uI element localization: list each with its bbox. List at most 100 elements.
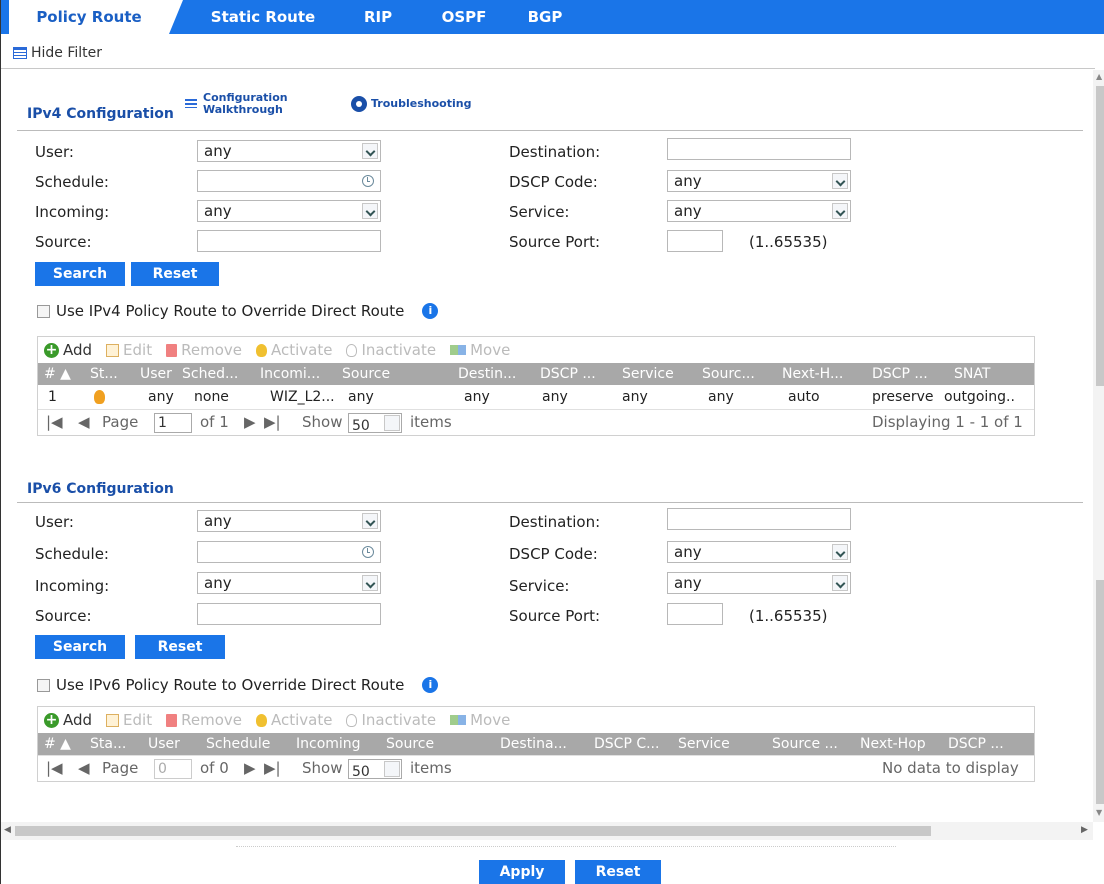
add-button[interactable]: + Add — [44, 711, 92, 729]
col-header[interactable]: Service — [678, 733, 730, 755]
troubleshooting-link[interactable]: Troubleshooting — [351, 96, 471, 112]
col-header[interactable]: Sta... — [90, 733, 126, 755]
col-header[interactable]: Sched... — [182, 363, 238, 385]
dscp-code-select[interactable]: any — [667, 541, 851, 563]
source-port-input[interactable] — [667, 603, 723, 625]
chevron-down-icon[interactable] — [832, 203, 848, 219]
chevron-down-icon[interactable] — [362, 575, 378, 591]
activate-button[interactable]: Activate — [255, 711, 332, 729]
col-header[interactable]: DSCP C... — [594, 733, 659, 755]
source-input[interactable] — [197, 230, 381, 252]
tab-ospf[interactable]: OSPF — [433, 0, 495, 34]
ipv6-override-checkbox[interactable]: Use IPv6 Policy Route to Override Direct… — [37, 676, 439, 694]
scroll-up-icon[interactable]: ▲ — [1096, 72, 1102, 81]
remove-button[interactable]: Remove — [166, 711, 242, 729]
inactivate-button[interactable]: Inactivate — [346, 341, 436, 359]
col-header[interactable]: DSCP ... — [872, 363, 928, 385]
scrollbar-thumb[interactable] — [15, 826, 931, 836]
chevron-down-icon[interactable] — [362, 203, 378, 219]
col-header[interactable]: Destina... — [500, 733, 567, 755]
first-page-icon[interactable]: |◀ — [46, 413, 63, 431]
chevron-down-icon[interactable] — [362, 513, 378, 529]
vertical-scrollbar[interactable]: ▲ ▼ — [1093, 70, 1104, 822]
chevron-down-icon[interactable] — [384, 415, 400, 431]
checkbox[interactable] — [37, 304, 50, 318]
edit-button[interactable]: Edit — [106, 711, 152, 729]
last-page-icon[interactable]: ▶| — [264, 413, 281, 431]
chevron-down-icon[interactable] — [832, 173, 848, 189]
col-header[interactable]: DSCP ... — [948, 733, 1004, 755]
next-page-icon[interactable]: ▶ — [244, 759, 256, 777]
incoming-select[interactable]: any — [197, 200, 381, 222]
destination-input[interactable] — [667, 508, 851, 530]
activate-button[interactable]: Activate — [255, 341, 332, 359]
apply-button[interactable]: Apply — [479, 860, 565, 884]
scrollbar-thumb[interactable] — [1096, 86, 1104, 386]
configuration-walkthrough-link[interactable]: Configuration Walkthrough — [185, 92, 288, 116]
service-select[interactable]: any — [667, 200, 851, 222]
prev-page-icon[interactable]: ◀ — [78, 413, 90, 431]
ipv4-search-button[interactable]: Search — [35, 262, 125, 286]
scroll-left-icon[interactable]: ◀ — [4, 825, 11, 835]
service-select[interactable]: any — [667, 572, 851, 594]
chevron-down-icon[interactable] — [362, 143, 378, 159]
col-header[interactable]: Destin... — [458, 363, 516, 385]
table-row[interactable]: 1 any none WIZ_L2... any any any any any… — [38, 385, 1034, 409]
first-page-icon[interactable]: |◀ — [46, 759, 63, 777]
horizontal-scrollbar[interactable]: ◀ ▶ — [1, 822, 1093, 840]
col-header[interactable]: Next-H... — [782, 363, 843, 385]
inactivate-button[interactable]: Inactivate — [346, 711, 436, 729]
col-header[interactable]: User — [148, 733, 180, 755]
info-icon[interactable]: i — [422, 303, 439, 319]
col-header[interactable]: DSCP ... — [540, 363, 596, 385]
footer-reset-button[interactable]: Reset — [575, 860, 661, 884]
schedule-select[interactable] — [197, 541, 381, 563]
move-button[interactable]: Move — [450, 341, 510, 359]
col-header[interactable]: SNAT — [954, 363, 990, 385]
tab-rip[interactable]: RIP — [355, 0, 401, 34]
col-header[interactable]: # ▲ — [44, 733, 71, 755]
page-number-input[interactable]: 0 — [154, 759, 192, 779]
col-header[interactable]: Schedule — [206, 733, 270, 755]
schedule-select[interactable] — [197, 170, 381, 192]
move-button[interactable]: Move — [450, 711, 510, 729]
col-header[interactable]: Sourc... — [702, 363, 755, 385]
info-icon[interactable]: i — [422, 677, 439, 693]
col-header[interactable]: Source — [386, 733, 434, 755]
chevron-down-icon[interactable] — [832, 575, 848, 591]
scroll-down-icon[interactable]: ▼ — [1096, 808, 1102, 817]
scroll-right-icon[interactable]: ▶ — [1081, 825, 1088, 835]
col-header[interactable]: Next-Hop — [860, 733, 926, 755]
next-page-icon[interactable]: ▶ — [244, 413, 256, 431]
ipv4-reset-button[interactable]: Reset — [131, 262, 219, 286]
chevron-down-icon[interactable] — [832, 544, 848, 560]
clock-icon[interactable] — [362, 175, 374, 187]
col-header[interactable]: Incoming — [296, 733, 361, 755]
page-number-input[interactable]: 1 — [154, 413, 192, 433]
tab-bgp[interactable]: BGP — [517, 0, 573, 34]
destination-input[interactable] — [667, 138, 851, 160]
page-size-select[interactable]: 50 — [348, 759, 402, 780]
dscp-code-select[interactable]: any — [667, 170, 851, 192]
user-select[interactable]: any — [197, 140, 381, 162]
tab-static-route[interactable]: Static Route — [197, 0, 329, 34]
col-header[interactable]: Incomi... — [260, 363, 320, 385]
last-page-icon[interactable]: ▶| — [264, 759, 281, 777]
user-select[interactable]: any — [197, 510, 381, 532]
col-header[interactable]: Source — [342, 363, 390, 385]
incoming-select[interactable]: any — [197, 572, 381, 594]
ipv4-override-checkbox[interactable]: Use IPv4 Policy Route to Override Direct… — [37, 302, 439, 320]
remove-button[interactable]: Remove — [166, 341, 242, 359]
page-size-select[interactable]: 50 — [348, 413, 402, 434]
ipv6-search-button[interactable]: Search — [35, 635, 125, 659]
tab-policy-route[interactable]: Policy Route — [9, 0, 183, 34]
clock-icon[interactable] — [362, 546, 374, 558]
source-input[interactable] — [197, 603, 381, 625]
col-header[interactable]: # ▲ — [44, 363, 71, 385]
col-header[interactable]: Service — [622, 363, 674, 385]
ipv6-reset-button[interactable]: Reset — [135, 635, 225, 659]
source-port-input[interactable] — [667, 230, 723, 252]
chevron-down-icon[interactable] — [384, 761, 400, 777]
col-header[interactable]: User — [140, 363, 172, 385]
edit-button[interactable]: Edit — [106, 341, 152, 359]
